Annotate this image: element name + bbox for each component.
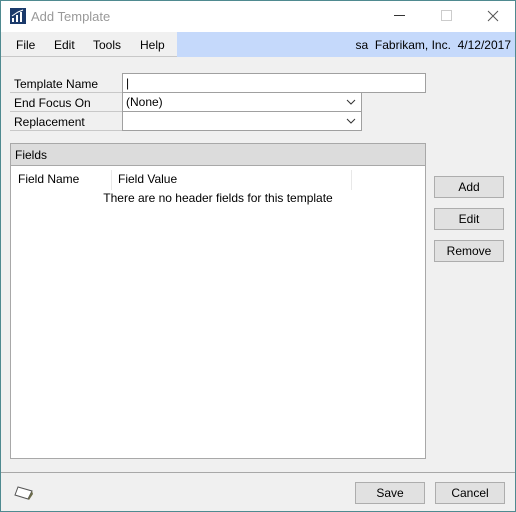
template-name-input[interactable]: |: [122, 73, 426, 93]
cancel-button[interactable]: Cancel: [435, 482, 505, 504]
title-bar: Add Template: [1, 1, 515, 32]
menu-file[interactable]: File: [16, 38, 35, 52]
remove-button[interactable]: Remove: [434, 240, 504, 262]
replacement-select[interactable]: [122, 111, 362, 131]
menu-bar: File Edit Tools Help sa Fabrikam, Inc. 4…: [1, 32, 515, 57]
minimize-icon[interactable]: [394, 15, 406, 17]
chart-bars-icon: [10, 8, 26, 24]
note-icon[interactable]: [14, 485, 34, 501]
chevron-down-icon: [346, 118, 356, 124]
company-name: Fabrikam, Inc.: [374, 38, 451, 52]
save-button[interactable]: Save: [355, 482, 425, 504]
footer-divider: [1, 472, 515, 473]
user-date: 4/12/2017: [457, 38, 511, 52]
menu-help[interactable]: Help: [140, 38, 165, 52]
user-info-bar: sa Fabrikam, Inc. 4/12/2017: [177, 32, 515, 57]
close-icon[interactable]: [487, 10, 499, 22]
end-focus-on-select[interactable]: (None): [122, 92, 362, 112]
template-name-label: Template Name: [10, 74, 122, 93]
add-template-window: Add Template File Edit Tools Help sa Fab…: [0, 0, 516, 512]
user-name: sa: [355, 38, 369, 52]
fields-panel-title: Fields: [11, 144, 425, 166]
end-focus-on-label: End Focus On: [10, 93, 122, 112]
window-title: Add Template: [31, 9, 111, 24]
menu-edit[interactable]: Edit: [54, 38, 75, 52]
add-button[interactable]: Add: [434, 176, 504, 198]
fields-panel: Fields Field Name Field Value There are …: [10, 143, 426, 459]
column-header-field-name[interactable]: Field Name: [12, 170, 112, 190]
column-header-field-value[interactable]: Field Value: [112, 170, 352, 190]
empty-message: There are no header fields for this temp…: [103, 191, 333, 205]
end-focus-on-value: (None): [126, 95, 163, 109]
maximize-icon[interactable]: [441, 10, 452, 21]
menu-tools[interactable]: Tools: [93, 38, 121, 52]
replacement-label: Replacement: [10, 112, 122, 131]
chevron-down-icon: [346, 99, 356, 105]
edit-button[interactable]: Edit: [434, 208, 504, 230]
